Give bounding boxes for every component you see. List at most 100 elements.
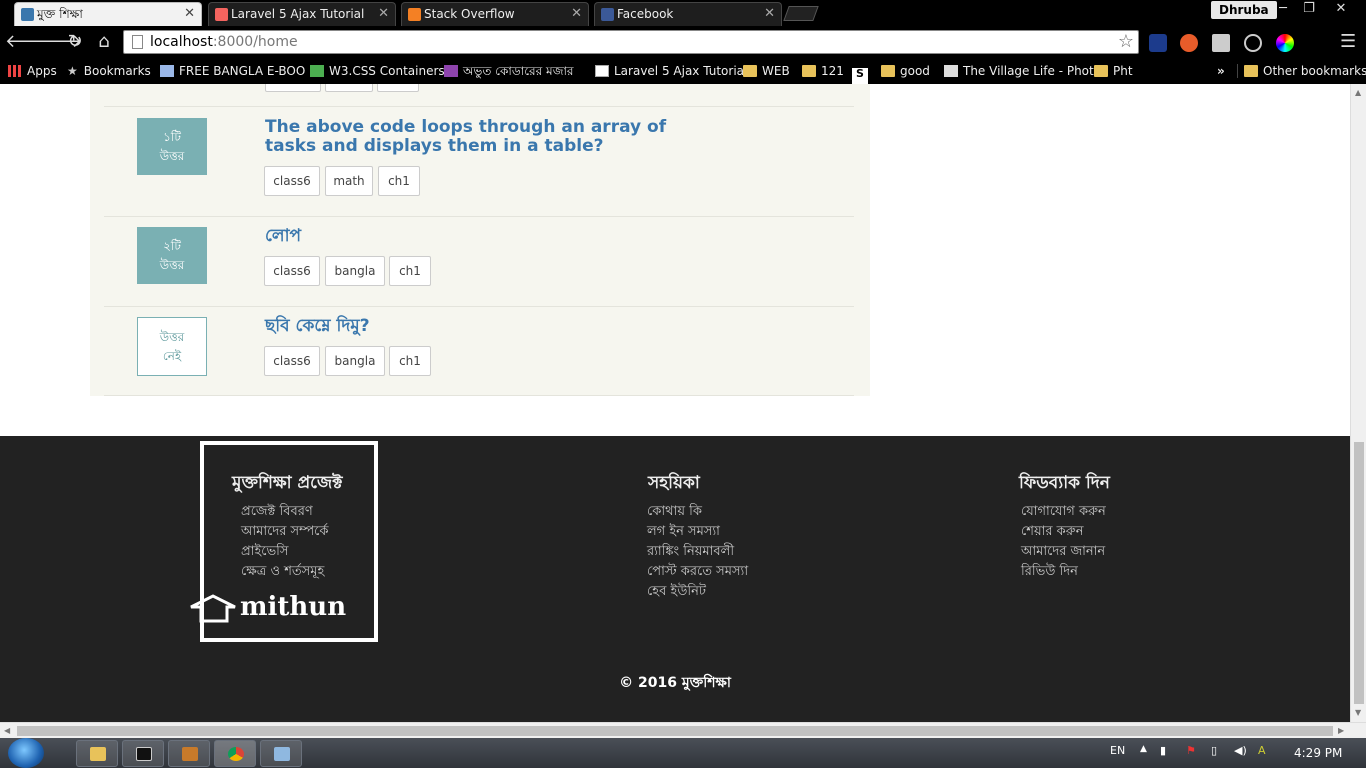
- bookmark-folder-121[interactable]: 121: [802, 62, 844, 80]
- tag-chip[interactable]: math: [325, 166, 373, 196]
- footer-link[interactable]: হেব ইউনিট: [647, 582, 706, 603]
- windows-taskbar: EN ▲ ▮ ⚑ ▯ ◀) A 4:29 PM: [0, 738, 1366, 768]
- question-title-link[interactable]: ছবি কেম্নে দিমু?: [265, 317, 675, 336]
- minimize-button[interactable]: ─: [1270, 0, 1296, 20]
- tab-mukto-shikkha[interactable]: মুক্ত শিক্ষা ✕: [14, 2, 202, 26]
- footer-link[interactable]: কোথায় কি: [647, 502, 702, 523]
- bookmark-folder-good[interactable]: good: [881, 62, 930, 80]
- shield-extension-icon[interactable]: [1149, 34, 1167, 52]
- show-hidden-icons[interactable]: ▲: [1140, 744, 1147, 754]
- close-tab-icon[interactable]: ✕: [571, 3, 582, 25]
- pen-extension-icon[interactable]: [1180, 34, 1198, 52]
- close-window-button[interactable]: ✕: [1328, 0, 1354, 20]
- color-picker-extension-icon[interactable]: [1276, 34, 1294, 52]
- scroll-right-arrow-icon[interactable]: ▶: [1338, 726, 1344, 735]
- question-title-link[interactable]: লোপ: [265, 227, 675, 246]
- flag-icon[interactable]: ⚑: [1186, 744, 1196, 757]
- keyboard-layout-icon[interactable]: A: [1258, 744, 1266, 757]
- forward-arrow-icon[interactable]: 🡒: [34, 30, 82, 54]
- footer-link[interactable]: র‍্যাঙ্কিং নিয়মাবলী: [647, 542, 734, 563]
- scroll-up-arrow-icon[interactable]: ▲: [1355, 88, 1361, 97]
- tab-title: Facebook: [617, 7, 674, 21]
- horizontal-scroll-thumb[interactable]: [17, 726, 1333, 736]
- facebook-favicon-icon: [601, 8, 614, 21]
- tab-strip: মুক্ত শিক্ষা ✕ Laravel 5 Ajax Tutorial ✕…: [0, 0, 1366, 26]
- tag-chip[interactable]: bangla: [325, 256, 385, 286]
- tab-facebook[interactable]: Facebook ✕: [594, 2, 782, 26]
- bookmark-folder-pht[interactable]: Pht: [1094, 62, 1133, 80]
- scroll-left-arrow-icon[interactable]: ◀: [4, 726, 10, 735]
- profile-button[interactable]: Dhruba: [1211, 1, 1277, 19]
- scroll-down-arrow-icon[interactable]: ▼: [1355, 708, 1361, 717]
- tag-chip[interactable]: class6: [264, 346, 320, 376]
- footer-link[interactable]: শেয়ার করুন: [1021, 522, 1084, 543]
- tag-cutoff[interactable]: [377, 84, 419, 92]
- bookmark-bookmarks[interactable]: ★ Bookmarks: [67, 62, 151, 80]
- tag-chip[interactable]: class6: [264, 166, 320, 196]
- tag-chip[interactable]: ch1: [389, 256, 431, 286]
- footer-link[interactable]: রিভিউ দিন: [1021, 562, 1078, 583]
- w3-icon: [310, 65, 324, 77]
- taskbar-explorer[interactable]: [76, 740, 118, 767]
- taskbar-paint[interactable]: [260, 740, 302, 767]
- vertical-scroll-thumb[interactable]: [1354, 442, 1364, 704]
- tag-chip[interactable]: bangla: [325, 346, 385, 376]
- bookmark-s[interactable]: S: [852, 62, 873, 84]
- bookmarks-separator: [1237, 64, 1238, 78]
- tab-title: Stack Overflow: [424, 7, 515, 21]
- volume-icon[interactable]: ◀): [1234, 744, 1247, 757]
- battery-icon[interactable]: ▯: [1211, 744, 1217, 757]
- circle-extension-icon[interactable]: [1244, 34, 1262, 52]
- close-tab-icon[interactable]: ✕: [378, 3, 389, 25]
- footer-link[interactable]: লগ ইন সমস্যা: [647, 522, 720, 543]
- bookmark-village-life[interactable]: The Village Life - Phot: [944, 62, 1094, 80]
- clock[interactable]: 4:29 PM: [1294, 746, 1342, 760]
- tag-chip[interactable]: ch1: [378, 166, 420, 196]
- bookmark-apps[interactable]: Apps: [8, 62, 57, 80]
- tag-cutoff[interactable]: [325, 84, 373, 92]
- network-icon[interactable]: ▮: [1160, 744, 1166, 757]
- page-viewport: ১টি উত্তর The above code loops through a…: [0, 84, 1350, 722]
- bookmark-laravel-ajax[interactable]: Laravel 5 Ajax Tutorial: [595, 62, 747, 80]
- bookmark-w3css[interactable]: W3.CSS Containers: [310, 62, 445, 80]
- other-bookmarks[interactable]: Other bookmarks: [1244, 62, 1366, 80]
- reload-icon[interactable]: ↻: [63, 30, 87, 54]
- footer-link[interactable]: পোস্ট করতে সমস্যা: [647, 562, 748, 583]
- taskbar-editor[interactable]: [168, 740, 210, 767]
- tab-stack-overflow[interactable]: Stack Overflow ✕: [401, 2, 589, 26]
- restore-button[interactable]: ❐: [1296, 0, 1322, 20]
- vertical-scrollbar[interactable]: ▲ ▼: [1350, 84, 1366, 722]
- footer-link[interactable]: আমাদের জানান: [1021, 542, 1105, 563]
- tag-cutoff[interactable]: [265, 84, 321, 92]
- menu-icon[interactable]: ☰: [1340, 30, 1358, 54]
- home-icon[interactable]: ⌂: [92, 30, 116, 54]
- site-favicon-icon: [21, 8, 34, 21]
- bookmarks-overflow-button[interactable]: »: [1217, 62, 1225, 80]
- tag-chip[interactable]: class6: [264, 256, 320, 286]
- taskbar-cmd[interactable]: [122, 740, 164, 767]
- question-title-link[interactable]: The above code loops through an array of…: [265, 118, 675, 156]
- tag-chip[interactable]: ch1: [389, 346, 431, 376]
- footer-link[interactable]: যোগাযোগ করুন: [1021, 502, 1106, 523]
- laravel-favicon-icon: [215, 8, 228, 21]
- bookmark-folder-web[interactable]: WEB: [743, 62, 790, 80]
- back-arrow-icon[interactable]: 🡐: [5, 30, 53, 54]
- language-indicator[interactable]: EN: [1110, 744, 1125, 757]
- new-tab-button[interactable]: [783, 6, 819, 21]
- bookmark-coder[interactable]: অভুত কোডারের মজার: [444, 62, 574, 80]
- page-extension-icon[interactable]: [1212, 34, 1230, 52]
- horizontal-scrollbar[interactable]: ◀ ▶: [0, 722, 1366, 738]
- camera-icon: [944, 65, 958, 77]
- chrome-icon: [228, 747, 244, 761]
- page-icon: [132, 35, 143, 49]
- address-bar[interactable]: localhost:8000/home ☆: [123, 30, 1139, 54]
- bookmark-star-icon[interactable]: ☆: [1118, 31, 1134, 53]
- taskbar-chrome[interactable]: [214, 740, 256, 767]
- answer-count-badge: ২টি উত্তর: [137, 227, 207, 284]
- close-tab-icon[interactable]: ✕: [184, 3, 195, 25]
- bookmark-bangla-ebook[interactable]: FREE BANGLA E-BOO: [160, 62, 305, 80]
- start-button[interactable]: [8, 738, 44, 768]
- tab-laravel-ajax[interactable]: Laravel 5 Ajax Tutorial ✕: [208, 2, 396, 26]
- terminal-icon: [136, 747, 152, 761]
- close-tab-icon[interactable]: ✕: [764, 3, 775, 25]
